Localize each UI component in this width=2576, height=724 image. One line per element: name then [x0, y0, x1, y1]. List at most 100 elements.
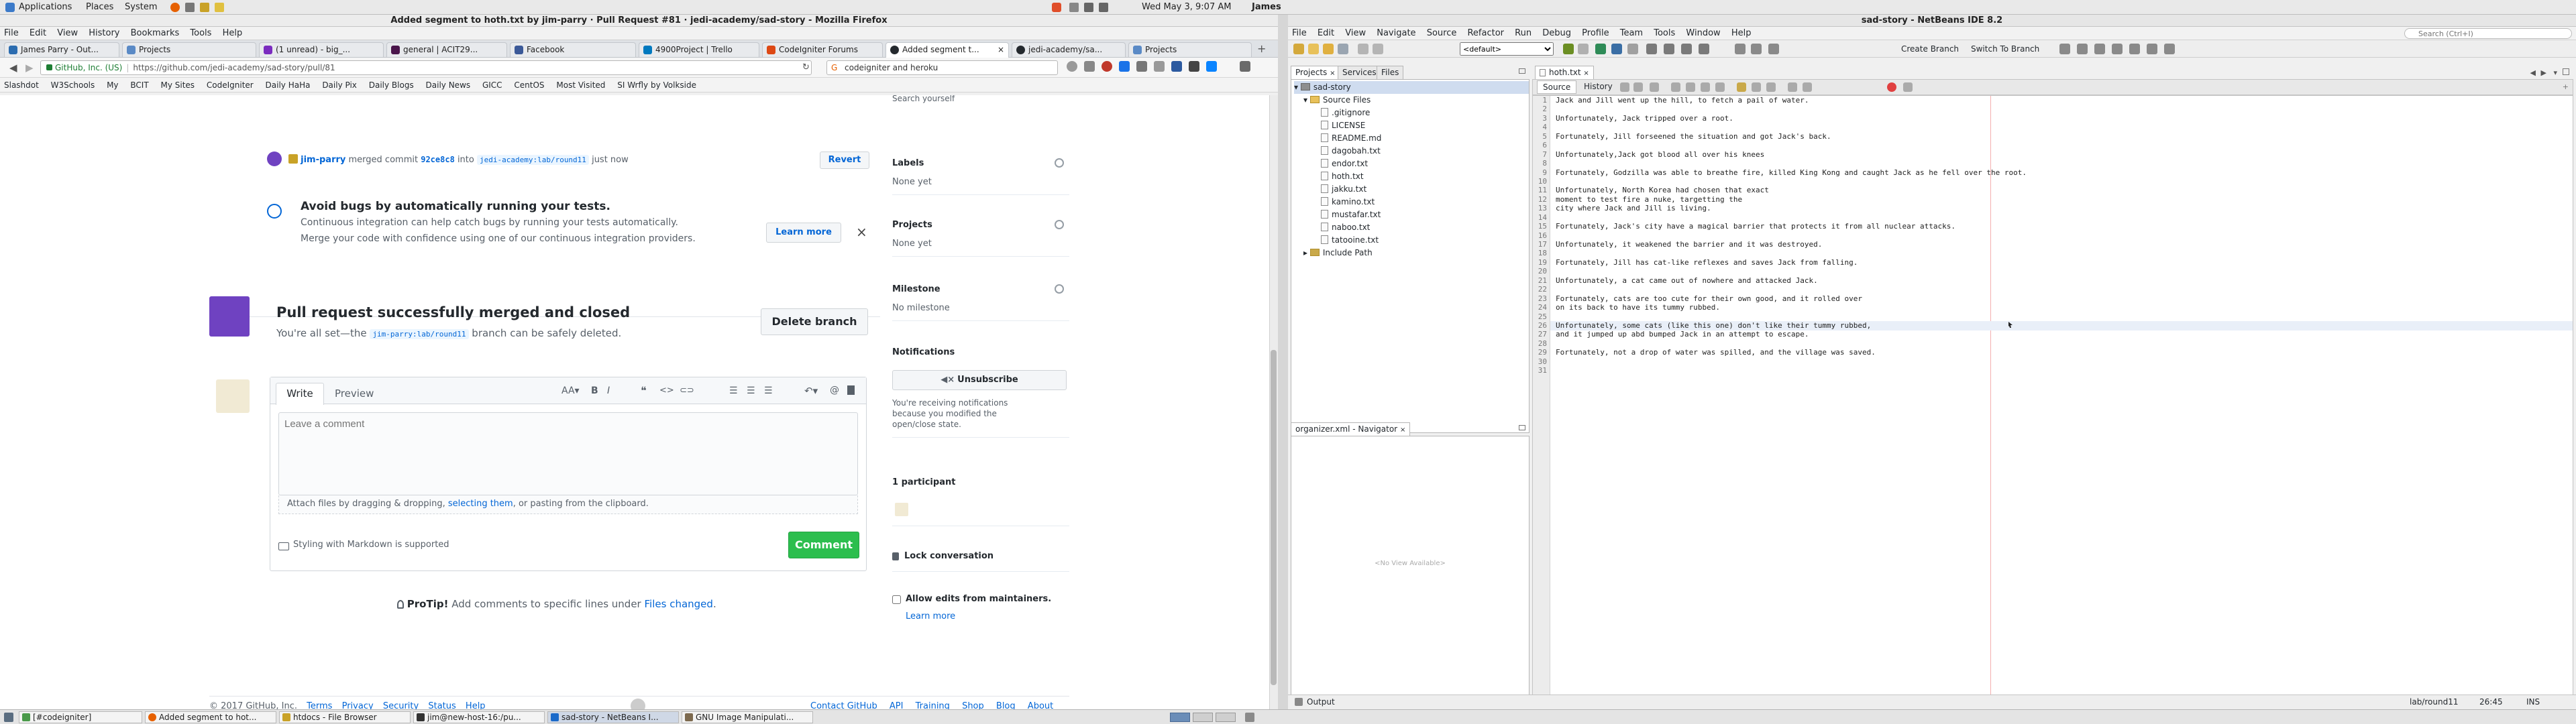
- reply-icon[interactable]: ↶▾: [804, 385, 818, 397]
- clean-build-icon[interactable]: [1578, 44, 1589, 54]
- tree-file[interactable]: README.md: [1294, 132, 1529, 145]
- bookmark-star-icon[interactable]: [1067, 61, 1077, 72]
- commit-link[interactable]: 92ce8c8: [421, 155, 455, 164]
- code-line[interactable]: [1556, 177, 2573, 186]
- code-line[interactable]: Unfortunately, a cat came out of nowhere…: [1556, 276, 2573, 285]
- forward-icon[interactable]: ▶: [25, 62, 34, 74]
- github-logo-icon[interactable]: [631, 699, 645, 709]
- addon-icon[interactable]: [1206, 61, 1217, 72]
- menu-profile[interactable]: Profile: [1582, 28, 1609, 38]
- menu-refactor[interactable]: Refactor: [1467, 28, 1504, 38]
- git-icon[interactable]: [1646, 44, 1657, 54]
- bookmark-icon[interactable]: [847, 385, 855, 395]
- code-line[interactable]: [1556, 366, 2573, 375]
- next-bookmark-icon[interactable]: [1766, 82, 1776, 92]
- close-icon[interactable]: ×: [1400, 426, 1405, 434]
- download-icon[interactable]: [1119, 61, 1130, 72]
- code-line[interactable]: Jack and Jill went up the hill, to fetch…: [1556, 96, 2573, 105]
- link-icon[interactable]: ⊂⊃: [680, 385, 694, 396]
- pocket-icon[interactable]: [1102, 61, 1112, 72]
- git-icon[interactable]: [2147, 44, 2157, 54]
- run-icon[interactable]: [1595, 44, 1606, 54]
- taskbar-item[interactable]: Added segment to hot...: [145, 711, 276, 723]
- tab[interactable]: Facebook: [510, 42, 636, 57]
- tab[interactable]: jedi-academy/sa...: [1012, 42, 1126, 57]
- last-edit-icon[interactable]: [1620, 82, 1629, 92]
- workspace-1[interactable]: [1170, 713, 1190, 722]
- tab-list-icon[interactable]: ▾: [2553, 68, 2557, 77]
- scroll-tabs-right-icon[interactable]: ▶: [2541, 68, 2546, 77]
- menu-history[interactable]: History: [89, 28, 119, 38]
- back-icon[interactable]: [1633, 82, 1643, 92]
- split-icon[interactable]: +: [2563, 82, 2569, 91]
- close-icon[interactable]: ×: [1583, 70, 1589, 77]
- stop-macro-icon[interactable]: [1887, 82, 1896, 92]
- select-files-link[interactable]: selecting them: [448, 499, 513, 509]
- delete-branch-button[interactable]: Delete branch: [761, 308, 868, 335]
- output-tab[interactable]: Output: [1307, 695, 1335, 709]
- addon-icon[interactable]: [1154, 61, 1165, 72]
- comment-textarea[interactable]: [278, 412, 858, 495]
- maximize-icon[interactable]: [2563, 68, 2569, 75]
- dismiss-icon[interactable]: ×: [856, 224, 867, 240]
- code-text[interactable]: Jack and Jill went up the hill, to fetch…: [1556, 96, 2573, 375]
- code-line[interactable]: [1556, 285, 2573, 294]
- tree-file[interactable]: jakku.txt: [1294, 183, 1529, 196]
- code-line[interactable]: [1556, 105, 2573, 113]
- code-line[interactable]: [1556, 339, 2573, 348]
- reload-icon[interactable]: ↻: [802, 62, 810, 72]
- menu-run[interactable]: Run: [1515, 28, 1532, 38]
- tab-active[interactable]: Added segment t... ×: [885, 42, 1009, 58]
- expand-icon[interactable]: ▸: [1303, 248, 1307, 257]
- addon-icon[interactable]: [1171, 61, 1182, 72]
- gnome-foot-icon[interactable]: [5, 3, 15, 12]
- tab[interactable]: Projects: [1128, 42, 1252, 57]
- previous-bookmark-icon[interactable]: [1752, 82, 1761, 92]
- tree-node-source-files[interactable]: ▾ Source Files: [1294, 94, 1529, 107]
- volume-icon[interactable]: [1099, 3, 1108, 12]
- save-all-icon[interactable]: [1338, 44, 1348, 54]
- menu-tools[interactable]: Tools: [190, 28, 211, 38]
- tab-files[interactable]: Files: [1377, 66, 1404, 79]
- firefox-launcher-icon[interactable]: [170, 3, 180, 12]
- git-icon[interactable]: [2129, 44, 2140, 54]
- tree-file[interactable]: tatooine.txt: [1294, 234, 1529, 247]
- menu-source[interactable]: Source: [1427, 28, 1457, 38]
- bookmark-folder[interactable]: GICC: [482, 80, 502, 90]
- code-line[interactable]: [1556, 159, 2573, 168]
- code-line[interactable]: [1556, 267, 2573, 276]
- unsubscribe-button[interactable]: ◀× Unsubscribe: [892, 370, 1067, 390]
- files-changed-link[interactable]: Files changed: [645, 598, 713, 610]
- code-line[interactable]: Fortunately, Jill has cat-like reflexes …: [1556, 258, 2573, 267]
- git-icon[interactable]: [2094, 44, 2105, 54]
- system-menu[interactable]: System: [125, 2, 157, 12]
- labels-gear-icon[interactable]: [1055, 158, 1064, 168]
- forward-icon[interactable]: [1650, 82, 1659, 92]
- task-list-icon[interactable]: ☰: [764, 385, 773, 396]
- find-previous-icon[interactable]: [1686, 82, 1695, 92]
- tab[interactable]: (1 unread) - big_...: [259, 42, 384, 57]
- tab[interactable]: Projects: [122, 42, 256, 57]
- ide-search-input[interactable]: [2404, 28, 2572, 39]
- menu-help[interactable]: Help: [223, 28, 243, 38]
- git-icon[interactable]: [2112, 44, 2123, 54]
- code-line[interactable]: Fortunately, Godzilla was able to breath…: [1556, 168, 2573, 177]
- bookmark-folder[interactable]: CentOS: [514, 80, 544, 90]
- menu-navigate[interactable]: Navigate: [1377, 28, 1415, 38]
- network-icon[interactable]: [1084, 3, 1093, 12]
- attach-files-bar[interactable]: Attach files by dragging & dropping, sel…: [278, 495, 858, 514]
- addon-icon[interactable]: [1189, 61, 1199, 72]
- bookmark-folder[interactable]: My: [107, 80, 118, 90]
- participant-avatar[interactable]: [895, 503, 908, 516]
- record-macro-icon[interactable]: [1903, 82, 1913, 92]
- code-line[interactable]: moment to test fire a nuke, targetting t…: [1556, 195, 2573, 204]
- tree-file[interactable]: endor.txt: [1294, 158, 1529, 170]
- numbered-list-icon[interactable]: ☰: [747, 385, 755, 396]
- git-icon[interactable]: [1699, 44, 1709, 54]
- menu-file[interactable]: File: [1292, 28, 1307, 38]
- workspace-2[interactable]: [1193, 713, 1213, 722]
- code-line[interactable]: Fortunately, cats are too cute for their…: [1556, 294, 2573, 303]
- italic-icon[interactable]: I: [607, 385, 610, 396]
- menu-debug[interactable]: Debug: [1542, 28, 1571, 38]
- collapse-icon[interactable]: ▾: [1303, 95, 1307, 105]
